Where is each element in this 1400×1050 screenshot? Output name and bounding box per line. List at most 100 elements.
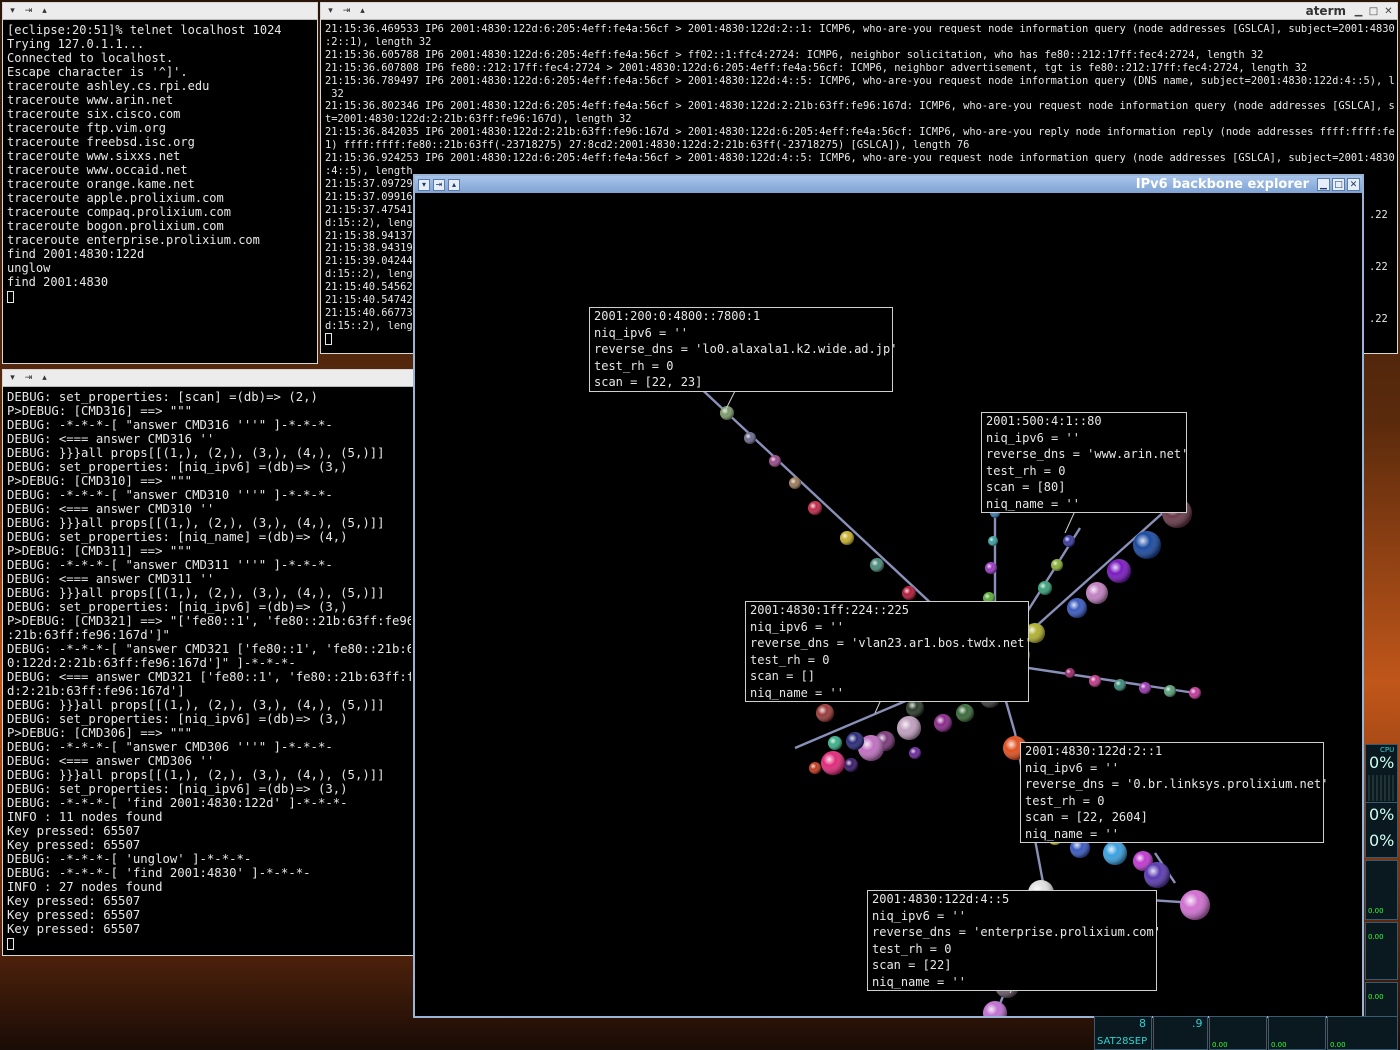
explorer-titlebar[interactable]: ▾ ⇥ ▴ IPv6 backbone explorer ▁ □ ✕: [415, 176, 1362, 193]
node-property: niq_name = '': [1025, 826, 1119, 841]
terminal-cursor-line: [7, 936, 411, 950]
node-info-label[interactable]: 2001:500:4:1::80 niq_ipv6 = '' reverse_dns…: [981, 412, 1189, 513]
pin-icon[interactable]: ⇥: [340, 5, 353, 17]
node-address: 2001:4830:1ff:224::225: [750, 603, 909, 617]
node-property: reverse_dns = 'enterprise.prolixium.com': [872, 925, 1161, 939]
pin-icon[interactable]: ⇥: [22, 372, 35, 384]
clock-applet[interactable]: 8 SAT28SEP: [1094, 1016, 1152, 1050]
terminal-line: find 2001:4830:122d: [7, 247, 145, 261]
terminal-line: P>DEBUG: [CMD311] ==> """: [7, 544, 193, 558]
aterm-titlebar[interactable]: ▾ ⇥ ▴ aterm ▁ □ ✕: [321, 3, 1397, 20]
terminal-line: traceroute bogon.prolixium.com: [7, 219, 224, 233]
shade-icon[interactable]: ▾: [324, 5, 337, 17]
terminal-line: INFO : 11 nodes found: [7, 810, 163, 824]
graph-node-shading: [1139, 682, 1151, 694]
terminal-line: 21:15:36.789497 IP6 2001:4830:122d:6:205…: [325, 74, 1395, 87]
load-number: .9: [1192, 1017, 1203, 1030]
terminal-line: DEBUG: -*-*-*-[ 'find 2001:4830:122d' ]-…: [7, 796, 348, 810]
ipv6-explorer-window[interactable]: ▾ ⇥ ▴ IPv6 backbone explorer ▁ □ ✕ 2001:…: [413, 174, 1364, 1018]
debug-terminal-output[interactable]: DEBUG: set_properties: [scan] =(db)=> (2…: [7, 390, 411, 953]
net-value-2: 0.00: [1368, 933, 1384, 941]
shade-icon[interactable]: ▾: [6, 372, 19, 384]
terminal-line: traceroute orange.kame.net: [7, 177, 195, 191]
graph-node-shading: [1063, 535, 1075, 547]
pin-icon[interactable]: ⇥: [22, 5, 35, 17]
node-property: test_rh = 0: [872, 941, 952, 956]
graph-node-shading: [1107, 559, 1131, 583]
network-graph-canvas[interactable]: 2001:200:0:4800::7800:1 niq_ipv6 = '' reve…: [415, 193, 1362, 1016]
terminal-line: 0:122d:2:21b:63ff:fe96:167d']" ]-*-*-*-: [7, 656, 296, 670]
telnet-terminal-window[interactable]: ▾ ⇥ ▴ [eclipse:20:51]% telnet localhost …: [2, 2, 318, 364]
node-info-label[interactable]: 2001:4830:1ff:224::225niq_ipv6 = ''rever…: [745, 601, 1032, 702]
graph-node-shading: [1133, 531, 1161, 559]
node-address: 2001:200:0:4800::7800:1: [594, 309, 761, 323]
minimize-icon[interactable]: ▁: [1352, 5, 1365, 17]
graph-node-shading: [744, 432, 756, 444]
terminal-line: DEBUG: -*-*-*-[ 'unglow' ]-*-*-*-: [7, 852, 252, 866]
node-info-label[interactable]: 2001:4830:122d:2::1 niq_ipv6 = '' reverse_…: [1020, 742, 1328, 843]
terminal-line: DEBUG: <=== answer CMD306 '': [7, 754, 215, 768]
terminal-line: P>DEBUG: [CMD316] ==> """: [7, 404, 193, 418]
terminal-line: traceroute compaq.prolixium.com: [7, 205, 231, 219]
raise-icon[interactable]: ▴: [38, 5, 51, 17]
mem-percent-b: 0%: [1369, 805, 1395, 824]
debug-titlebar[interactable]: ▾ ⇥ ▴: [3, 370, 413, 387]
raise-icon[interactable]: ▴: [448, 178, 460, 191]
mem-monitor-applet[interactable]: 0% 0%: [1365, 802, 1398, 858]
terminal-line: [eclipse:20:51]% telnet localhost 1024: [7, 23, 282, 37]
graph-applet-2[interactable]: 0.00: [1268, 1016, 1326, 1050]
terminal-line: Trying 127.0.1.1...: [7, 37, 145, 51]
node-property: niq_ipv6 = '': [750, 619, 844, 634]
graph-value-2: 0.00: [1271, 1041, 1287, 1049]
maximize-icon[interactable]: □: [1367, 5, 1380, 17]
graph-applet-1[interactable]: 0.00: [1209, 1016, 1267, 1050]
close-icon[interactable]: ✕: [1382, 5, 1395, 17]
graph-applet-3[interactable]: 0.00: [1327, 1016, 1398, 1050]
debug-terminal-window[interactable]: ▾ ⇥ ▴ DEBUG: set_properties: [scan] =(db…: [2, 369, 414, 956]
node-address: 2001:4830:122d:2::1: [1025, 744, 1163, 758]
terminal-line: INFO : 27 nodes found: [7, 880, 163, 894]
telnet-terminal-output[interactable]: [eclipse:20:51]% telnet localhost 1024 Tr…: [7, 23, 315, 361]
pin-icon[interactable]: ⇥: [433, 178, 445, 191]
maximize-icon[interactable]: □: [1332, 178, 1345, 191]
tcpdump-right-fragment-2: .22: [1369, 261, 1388, 273]
cpu-monitor-applet[interactable]: CPU 0%: [1365, 744, 1398, 806]
terminal-line: traceroute apple.prolixium.com: [7, 191, 224, 205]
terminal-line: traceroute www.occaid.net: [7, 163, 188, 177]
graph-node-shading: [956, 704, 974, 722]
net-monitor-applet-1[interactable]: 0.00: [1365, 860, 1398, 920]
terminal-line: DEBUG: -*-*-*-[ "answer CMD311 '''" ]-*-…: [7, 558, 333, 572]
net-value-1: 0.00: [1368, 907, 1384, 915]
graph-node-shading: [1086, 582, 1108, 604]
shade-icon[interactable]: ▾: [418, 178, 430, 191]
node-info-label[interactable]: 2001:4830:122d:4::5 niq_ipv6 = '' reverse_…: [867, 890, 1161, 991]
clock-number: 8: [1139, 1017, 1146, 1030]
raise-icon[interactable]: ▴: [38, 372, 51, 384]
net-monitor-applet-3[interactable]: 0.00: [1365, 982, 1398, 1020]
graph-node-shading: [934, 714, 952, 732]
telnet-titlebar[interactable]: ▾ ⇥ ▴: [3, 3, 317, 20]
terminal-line: d:2:21b:63ff:fe96:167d']: [7, 684, 185, 698]
close-icon[interactable]: ✕: [1347, 178, 1360, 191]
terminal-line: DEBUG: set_properties: [scan] =(db)=> (2…: [7, 390, 318, 404]
terminal-line: DEBUG: set_properties: [niq_ipv6] =(db)=…: [7, 712, 348, 726]
terminal-line: DEBUG: set_properties: [niq_name] =(db)=…: [7, 530, 348, 544]
node-property: scan = [22, 2604]: [1025, 810, 1148, 824]
minimize-icon[interactable]: ▁: [1317, 178, 1330, 191]
node-property: scan = []: [750, 669, 816, 683]
node-property: niq_name = '': [750, 685, 844, 700]
raise-icon[interactable]: ▴: [356, 5, 369, 17]
graph-node-shading: [821, 751, 845, 775]
load-applet[interactable]: .9: [1153, 1016, 1208, 1050]
terminal-line: DEBUG: }}}all props[[(1,), (2,), (3,), (…: [7, 586, 385, 600]
terminal-line: P>DEBUG: [CMD310] ==> """: [7, 474, 193, 488]
node-property: reverse_dns = 'www.arin.net': [986, 447, 1189, 461]
shade-icon[interactable]: ▾: [6, 5, 19, 17]
node-info-label[interactable]: 2001:200:0:4800::7800:1 niq_ipv6 = '' reve…: [589, 307, 897, 392]
terminal-line: unglow: [7, 261, 51, 275]
node-property: reverse_dns = 'vlan23.ar1.bos.twdx.net': [750, 636, 1032, 650]
net-monitor-applet-2[interactable]: 0.00: [1365, 922, 1398, 980]
terminal-line: DEBUG: <=== answer CMD311 '': [7, 572, 215, 586]
terminal-line: Key pressed: 65507: [7, 838, 141, 852]
graph-node-shading: [1038, 581, 1052, 595]
